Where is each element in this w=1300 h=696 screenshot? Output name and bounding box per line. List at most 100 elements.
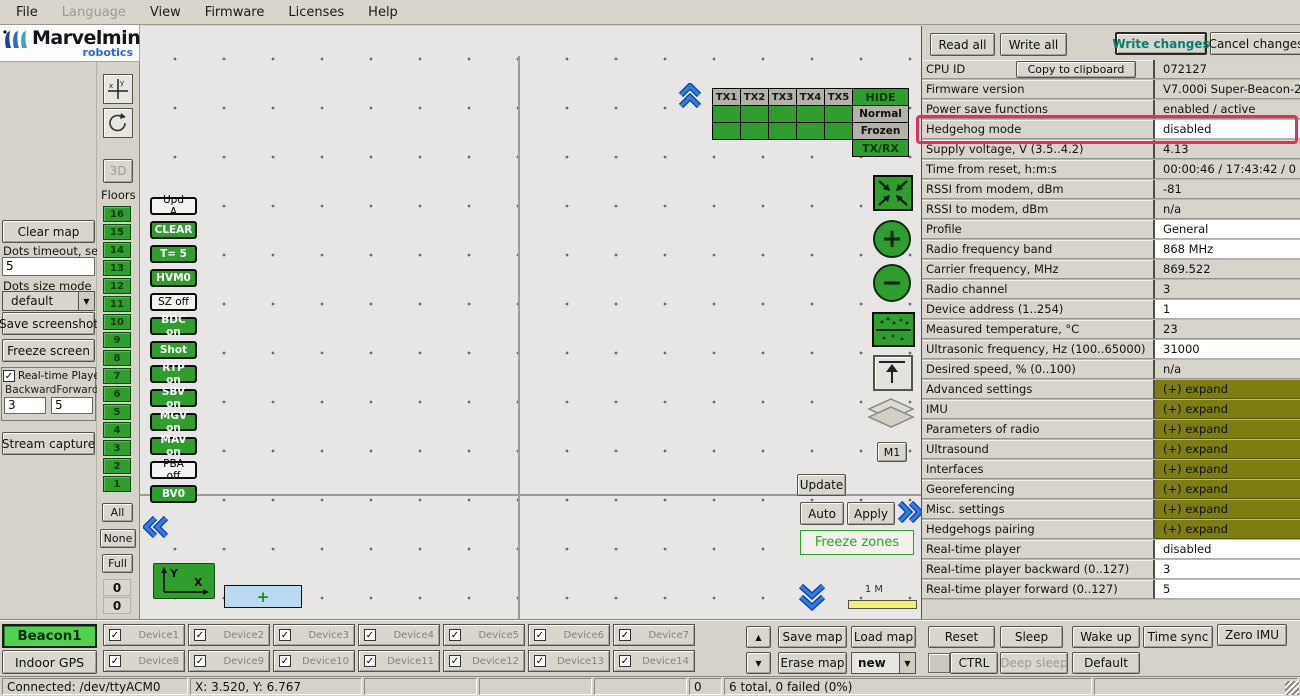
map-action-button[interactable]: SBV on — [150, 389, 197, 407]
parameter-value[interactable]: (+) expand — [1155, 460, 1300, 479]
parameter-value[interactable]: (+) expand — [1155, 380, 1300, 399]
ctrl-checkbox[interactable] — [928, 653, 950, 673]
floor-button[interactable]: 7 — [103, 368, 131, 384]
fit-to-screen-button[interactable] — [873, 175, 913, 211]
parameter-value[interactable]: 868 MHz — [1155, 240, 1300, 259]
erase-map-button[interactable]: Erase map — [778, 652, 847, 674]
map-action-button[interactable]: BV0 — [150, 485, 197, 503]
chevron-down-icon[interactable]: ▼ — [899, 653, 915, 673]
tx-cell[interactable] — [769, 123, 797, 140]
zoom-in-button[interactable]: + — [873, 220, 911, 258]
floor-button[interactable]: 14 — [103, 242, 131, 258]
read-all-button[interactable]: Read all — [930, 33, 995, 56]
device-checkbox[interactable]: ✓ — [279, 629, 291, 641]
floor-button[interactable]: 6 — [103, 386, 131, 402]
floor-counter-bottom[interactable]: 0 — [103, 597, 131, 614]
tx-hide-cell[interactable]: HIDE — [853, 89, 909, 106]
parameter-value[interactable]: 5 — [1155, 580, 1300, 599]
map-action-button[interactable]: Shot — [150, 341, 197, 359]
floor-counter-top[interactable]: 0 — [103, 579, 131, 596]
tx-cell[interactable] — [825, 106, 853, 123]
tx-header-cell[interactable]: TX1 — [713, 89, 741, 106]
device-toggle-button[interactable]: ✓ Device4 — [358, 624, 440, 646]
parameter-value[interactable]: 4.13 — [1155, 140, 1300, 159]
map-canvas[interactable]: TX1TX2TX3TX4TX5HIDE Normal Frozen — [140, 26, 921, 619]
tx-cell[interactable] — [741, 123, 769, 140]
tx-cell[interactable] — [713, 106, 741, 123]
floors-all-button[interactable]: All — [102, 503, 133, 522]
parameter-value[interactable]: 31000 — [1155, 340, 1300, 359]
map-action-button[interactable]: MGV on — [150, 413, 197, 431]
menu-item[interactable]: File — [4, 2, 50, 23]
parameter-value[interactable]: (+) expand — [1155, 420, 1300, 439]
tx-cell[interactable] — [825, 123, 853, 140]
apply-button[interactable]: Apply — [847, 502, 895, 525]
device-toggle-button[interactable]: ✓ Device12 — [443, 650, 525, 672]
zoom-out-button[interactable]: − — [873, 264, 911, 302]
dots-display-button[interactable] — [872, 312, 915, 347]
map-select[interactable]: new ▼ — [851, 652, 916, 674]
device-toggle-button[interactable]: ✓ Device8 — [103, 650, 185, 672]
floor-button[interactable]: 3 — [103, 440, 131, 456]
device-toggle-button[interactable]: ✓ Device7 — [613, 624, 695, 646]
parameter-value[interactable]: (+) expand — [1155, 500, 1300, 519]
device-toggle-button[interactable]: ✓ Device1 — [103, 624, 185, 646]
menu-item[interactable]: Licenses — [276, 2, 356, 23]
copy-to-clipboard-button[interactable]: Copy to clipboard — [1016, 61, 1136, 78]
map-action-button[interactable]: PBA off — [150, 461, 197, 479]
parameter-value[interactable]: General — [1155, 220, 1300, 239]
write-changes-button[interactable]: Write changes — [1115, 32, 1207, 55]
device-checkbox[interactable]: ✓ — [449, 655, 461, 667]
ctrl-button[interactable]: CTRL — [950, 652, 998, 674]
tx-header-cell[interactable]: TX5 — [825, 89, 853, 106]
pan-left-button[interactable] — [143, 515, 169, 539]
parameter-value[interactable]: 00:00:46 / 17:43:42 / 0 — [1155, 160, 1300, 179]
map-action-button[interactable]: MAV on — [150, 437, 197, 455]
map-action-button[interactable]: BDC on — [150, 317, 197, 335]
dots-timeout-input[interactable]: 5 — [2, 257, 95, 276]
realtime-player-checkbox[interactable]: ✓ — [3, 370, 15, 382]
stream-capture-button[interactable]: Stream capture — [2, 432, 95, 455]
device-toggle-button[interactable]: ✓ Device6 — [528, 624, 610, 646]
floor-button[interactable]: 15 — [103, 224, 131, 240]
device-checkbox[interactable]: ✓ — [279, 655, 291, 667]
3d-view-button[interactable]: 3D — [103, 159, 133, 183]
map-action-button[interactable]: Upd A — [150, 197, 197, 215]
layers-icon[interactable] — [865, 395, 917, 433]
device-toggle-button[interactable]: ✓ Device13 — [528, 650, 610, 672]
floor-button[interactable]: 2 — [103, 458, 131, 474]
update-button[interactable]: Update — [797, 474, 846, 496]
device-checkbox[interactable]: ✓ — [449, 629, 461, 641]
rotate-view-button[interactable] — [103, 108, 133, 138]
floor-button[interactable]: 10 — [103, 314, 131, 330]
tx-header-cell[interactable]: TX3 — [769, 89, 797, 106]
parameter-value[interactable]: disabled — [1155, 120, 1300, 139]
tx-cell[interactable] — [713, 123, 741, 140]
floor-button[interactable]: 12 — [103, 278, 131, 294]
m1-submap-button[interactable]: M1 — [877, 442, 907, 462]
scroll-up-button[interactable]: ▲ — [746, 626, 771, 648]
reset-button[interactable]: Reset — [928, 626, 995, 648]
zero-imu-button[interactable]: Zero IMU — [1217, 624, 1287, 646]
device-checkbox[interactable]: ✓ — [109, 655, 121, 667]
parameter-value[interactable]: (+) expand — [1155, 400, 1300, 419]
tx-header-cell[interactable]: TX4 — [797, 89, 825, 106]
load-map-button[interactable]: Load map — [851, 626, 916, 648]
floor-button[interactable]: 8 — [103, 350, 131, 366]
pan-down-button[interactable] — [797, 583, 827, 611]
parameter-value[interactable]: 869.522 — [1155, 260, 1300, 279]
parameter-value[interactable]: n/a — [1155, 200, 1300, 219]
resize-grip[interactable] — [1285, 681, 1299, 695]
device-checkbox[interactable]: ✓ — [194, 629, 206, 641]
tx-cell[interactable] — [769, 106, 797, 123]
parameter-value[interactable]: 1 — [1155, 300, 1300, 319]
forward-input[interactable]: 5 — [51, 397, 93, 414]
parameter-value[interactable]: (+) expand — [1155, 520, 1300, 539]
add-submap-button[interactable]: + — [224, 585, 302, 608]
parameter-value[interactable]: n/a — [1155, 360, 1300, 379]
parameter-value[interactable]: 072127 — [1155, 60, 1300, 79]
parameter-value[interactable]: 3 — [1155, 560, 1300, 579]
map-action-button[interactable]: T= 5 — [150, 245, 197, 263]
submap-up-button[interactable] — [873, 355, 913, 391]
tx-cell[interactable] — [741, 106, 769, 123]
